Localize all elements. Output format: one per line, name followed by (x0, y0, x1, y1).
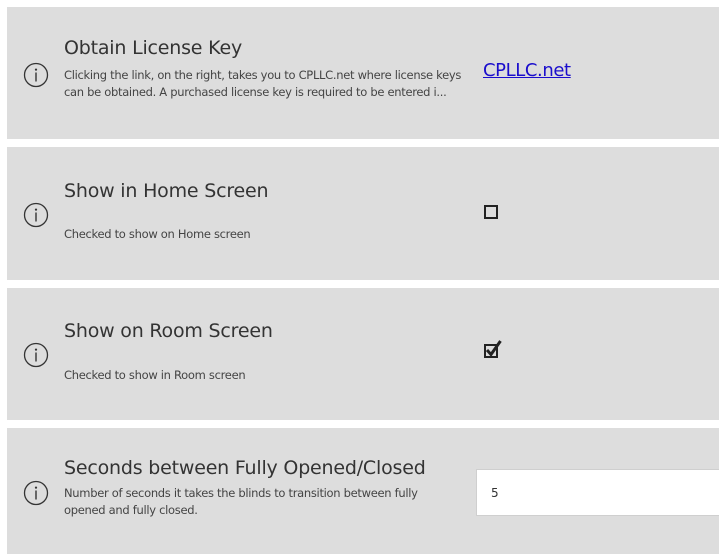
settings-page: Obtain License Key Clicking the link, on… (0, 0, 719, 554)
setting-description: Checked to show in Room screen (64, 368, 246, 382)
info-circle-icon[interactable] (23, 202, 49, 228)
info-circle-icon[interactable] (23, 342, 49, 368)
checkmark-icon (485, 340, 502, 357)
setting-description: Checked to show on Home screen (64, 227, 251, 241)
show-room-checkbox[interactable] (484, 340, 502, 358)
setting-row-license-key: Obtain License Key Clicking the link, on… (7, 7, 719, 139)
setting-description: Number of seconds it takes the blinds to… (64, 486, 418, 517)
info-circle-icon[interactable] (23, 62, 49, 88)
setting-row-transition-seconds: Seconds between Fully Opened/Closed Numb… (7, 428, 719, 554)
setting-title: Show on Room Screen (64, 320, 273, 342)
setting-title: Seconds between Fully Opened/Closed (64, 457, 426, 479)
info-circle-icon[interactable] (23, 480, 49, 506)
show-home-checkbox[interactable] (484, 205, 498, 219)
setting-title: Obtain License Key (64, 37, 242, 59)
setting-row-show-room: Show on Room Screen Checked to show in R… (7, 288, 719, 420)
cpllc-link[interactable]: CPLLC.net (483, 60, 571, 81)
setting-title: Show in Home Screen (64, 180, 269, 202)
transition-seconds-input[interactable] (476, 469, 719, 516)
setting-row-show-home: Show in Home Screen Checked to show on H… (7, 147, 719, 280)
setting-description: Clicking the link, on the right, takes y… (64, 68, 462, 99)
